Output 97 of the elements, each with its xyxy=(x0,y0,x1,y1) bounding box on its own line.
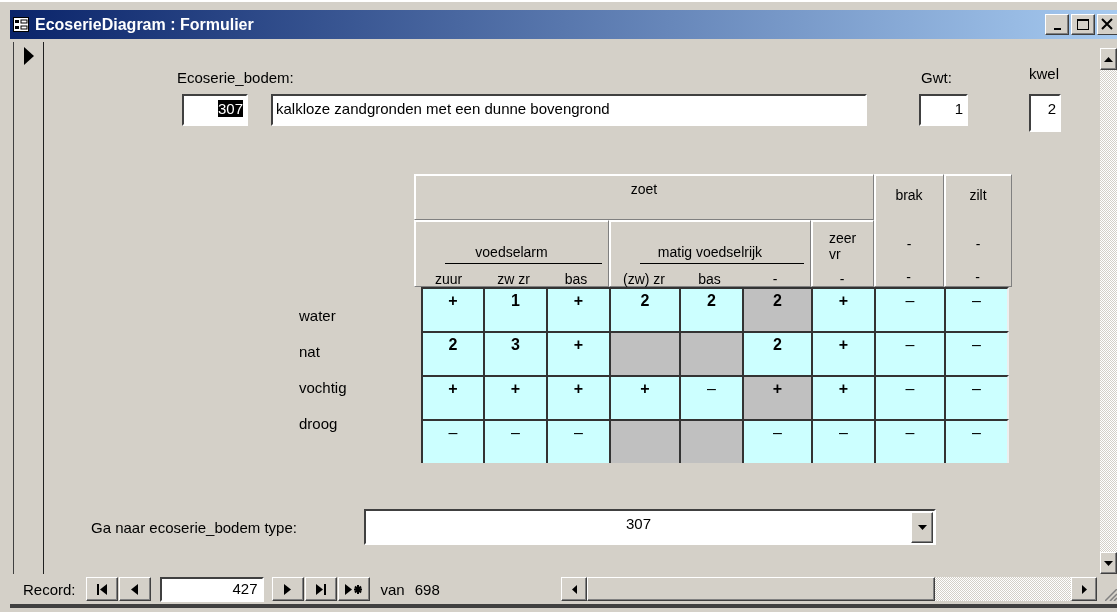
field-label: Ecoserie_bodem: xyxy=(177,69,295,86)
field-label: kwel xyxy=(1029,65,1060,82)
table-cell: 2 xyxy=(421,331,483,375)
group-heading: zeer vr xyxy=(828,229,857,262)
scroll-up-button[interactable] xyxy=(1100,48,1117,70)
horizontal-scrollbar[interactable] xyxy=(561,577,1097,601)
kwel-field[interactable]: 2 xyxy=(1029,94,1061,132)
table-cell: – xyxy=(944,375,1009,419)
previous-record-button[interactable] xyxy=(118,577,151,601)
table-cell: + xyxy=(546,287,609,331)
last-record-button[interactable] xyxy=(304,577,337,601)
table-cell: + xyxy=(609,375,679,419)
table-cell: + xyxy=(421,287,483,331)
record-count: 698 xyxy=(414,580,440,598)
next-record-button[interactable] xyxy=(271,577,304,601)
table-cell: – xyxy=(874,375,944,419)
scroll-left-button[interactable] xyxy=(561,577,587,601)
table-cell: – xyxy=(874,419,944,463)
group-heading: zoet xyxy=(630,181,658,199)
table-cell: – xyxy=(944,331,1009,375)
lookup-label: Ga naar ecoserie_bodem type: xyxy=(91,518,297,536)
column-heading: bas xyxy=(697,270,722,288)
column-heading: - xyxy=(838,270,846,288)
table-cell: + xyxy=(421,375,483,419)
table-cell: 2 xyxy=(742,287,811,331)
row-label: water xyxy=(299,306,337,326)
column-heading: - xyxy=(771,270,779,288)
record-count-label: van xyxy=(380,580,405,598)
field-label: Gwt: xyxy=(921,69,953,86)
scroll-right-button[interactable] xyxy=(1071,577,1097,601)
row-label: nat xyxy=(299,342,321,362)
description-field[interactable]: kalkloze zandgronden met een dunne bovengrond xyxy=(271,94,867,126)
table-cell: – xyxy=(944,419,1009,463)
up-arrow-icon xyxy=(1104,56,1113,62)
group-heading: voedselarm xyxy=(474,244,549,260)
column-heading: zw zr xyxy=(496,270,531,288)
skip-end-icon xyxy=(315,583,326,595)
table-cell: + xyxy=(811,287,874,331)
group-heading: zilt xyxy=(969,187,987,205)
left-triangle-icon xyxy=(131,583,139,595)
group-heading: - xyxy=(975,235,981,252)
maximize-icon xyxy=(1077,19,1089,30)
dropdown-arrow-icon xyxy=(917,525,927,530)
column-heading: zuur xyxy=(433,270,464,288)
current-record-icon xyxy=(23,47,34,65)
group-heading: matig voedselrijk xyxy=(656,244,764,260)
table-cell: – xyxy=(874,331,944,375)
minimize-button[interactable] xyxy=(1045,14,1069,35)
column-heading: - xyxy=(905,268,912,286)
table-cell: + xyxy=(742,375,811,419)
group-heading: - xyxy=(906,235,912,252)
triangle-asterisk-icon xyxy=(344,583,363,595)
table-cell: – xyxy=(679,375,742,419)
row-label: vochtig xyxy=(299,378,348,398)
table-cell: – xyxy=(421,419,483,463)
left-arrow-icon xyxy=(571,584,577,594)
form-icon xyxy=(13,17,29,32)
maximize-button[interactable] xyxy=(1071,14,1095,35)
table-cell: – xyxy=(546,419,609,463)
gwt-field[interactable]: 1 xyxy=(919,94,968,126)
right-arrow-icon xyxy=(1081,584,1087,594)
lookup-combo-box[interactable]: 307 xyxy=(364,509,936,545)
dropdown-button[interactable] xyxy=(911,512,933,543)
table-cell: 2 xyxy=(609,287,679,331)
window-title: EcoserieDiagram : Formulier xyxy=(35,15,255,34)
table-cell: 2 xyxy=(742,331,811,375)
record-label: Record: xyxy=(23,580,76,598)
table-cell: + xyxy=(811,331,874,375)
table-cell: – xyxy=(742,419,811,463)
table-cell: 3 xyxy=(483,331,546,375)
row-label: droog xyxy=(299,414,339,434)
record-number-field[interactable]: 427 xyxy=(159,576,264,602)
scroll-down-button[interactable] xyxy=(1100,552,1117,574)
column-heading: - xyxy=(974,268,981,286)
table-cell: 1 xyxy=(483,287,546,331)
column-heading: bas xyxy=(563,270,589,288)
first-record-button[interactable] xyxy=(85,577,118,601)
skip-start-icon xyxy=(96,583,107,595)
down-arrow-icon xyxy=(1104,560,1113,566)
table-cell: – xyxy=(811,419,874,463)
table-cell: – xyxy=(483,419,546,463)
table-cell: 2 xyxy=(679,287,742,331)
table-cell: + xyxy=(483,375,546,419)
column-heading: (zw) zr xyxy=(622,270,666,288)
group-heading: brak xyxy=(895,187,923,205)
resize-grip-icon xyxy=(1105,589,1117,601)
table-cell: – xyxy=(874,287,944,331)
new-record-button[interactable] xyxy=(337,577,370,601)
close-button[interactable] xyxy=(1097,14,1117,35)
right-triangle-icon xyxy=(284,583,292,595)
table-cell: + xyxy=(811,375,874,419)
table-cell: – xyxy=(944,287,1009,331)
vertical-scrollbar[interactable] xyxy=(1100,48,1117,574)
code-field[interactable]: 307 xyxy=(182,94,248,126)
table-cell: + xyxy=(546,375,609,419)
table-cell: + xyxy=(546,331,609,375)
minimize-icon xyxy=(1053,28,1061,30)
